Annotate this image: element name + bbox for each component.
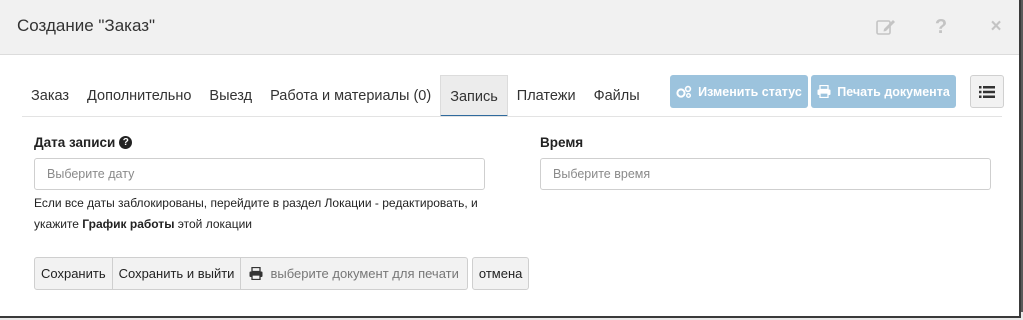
gears-icon — [676, 85, 692, 98]
edit-icon[interactable] — [875, 16, 897, 38]
tab-visit[interactable]: Выезд — [200, 75, 261, 117]
printer-icon — [817, 85, 831, 98]
modal-header: Создание "Заказ" ? × — [0, 0, 1019, 55]
date-hint-text: Если все даты заблокированы, перейдите в… — [34, 193, 494, 235]
tab-bar: Заказ Дополнительно Выезд Работа и матер… — [22, 75, 649, 117]
date-input[interactable] — [34, 158, 485, 190]
tab-work-materials[interactable]: Работа и материалы (0) — [261, 75, 440, 117]
print-doc-select-label: выберите документ для печати — [270, 266, 459, 281]
print-document-label: Печать документа — [837, 84, 950, 99]
modal-title: Создание "Заказ" — [17, 16, 156, 35]
hint-bold: График работы — [82, 217, 175, 231]
form-actions: Сохранить Сохранить и выйти выберите док… — [34, 257, 530, 290]
date-label: Дата записи ? — [34, 135, 133, 150]
help-icon[interactable]: ? — [930, 16, 952, 38]
list-menu-button[interactable] — [970, 75, 1004, 108]
date-label-text: Дата записи — [34, 135, 116, 150]
save-exit-button[interactable]: Сохранить и выйти — [112, 257, 242, 290]
tab-payments[interactable]: Платежи — [508, 75, 585, 117]
close-icon[interactable]: × — [985, 16, 1007, 38]
hint-part2: этой локации — [174, 217, 252, 231]
tab-files[interactable]: Файлы — [585, 75, 649, 117]
question-circle-icon[interactable]: ? — [119, 136, 133, 149]
time-input[interactable] — [540, 158, 991, 190]
tab-appointment[interactable]: Запись — [440, 75, 508, 117]
save-button[interactable]: Сохранить — [34, 257, 113, 290]
print-doc-select-button[interactable]: выберите документ для печати — [241, 257, 468, 290]
printer-icon — [249, 267, 263, 280]
list-icon — [979, 85, 995, 98]
print-document-button[interactable]: Печать документа — [811, 75, 956, 108]
create-order-modal: Создание "Заказ" ? × Заказ Дополнительно… — [0, 0, 1021, 318]
time-label: Время — [540, 135, 584, 150]
tab-order[interactable]: Заказ — [22, 75, 78, 117]
tabs-divider — [22, 116, 1002, 117]
tab-additional[interactable]: Дополнительно — [78, 75, 200, 117]
cancel-button[interactable]: отмена — [471, 257, 530, 290]
change-status-button[interactable]: Изменить статус — [670, 75, 808, 108]
change-status-label: Изменить статус — [698, 84, 802, 99]
